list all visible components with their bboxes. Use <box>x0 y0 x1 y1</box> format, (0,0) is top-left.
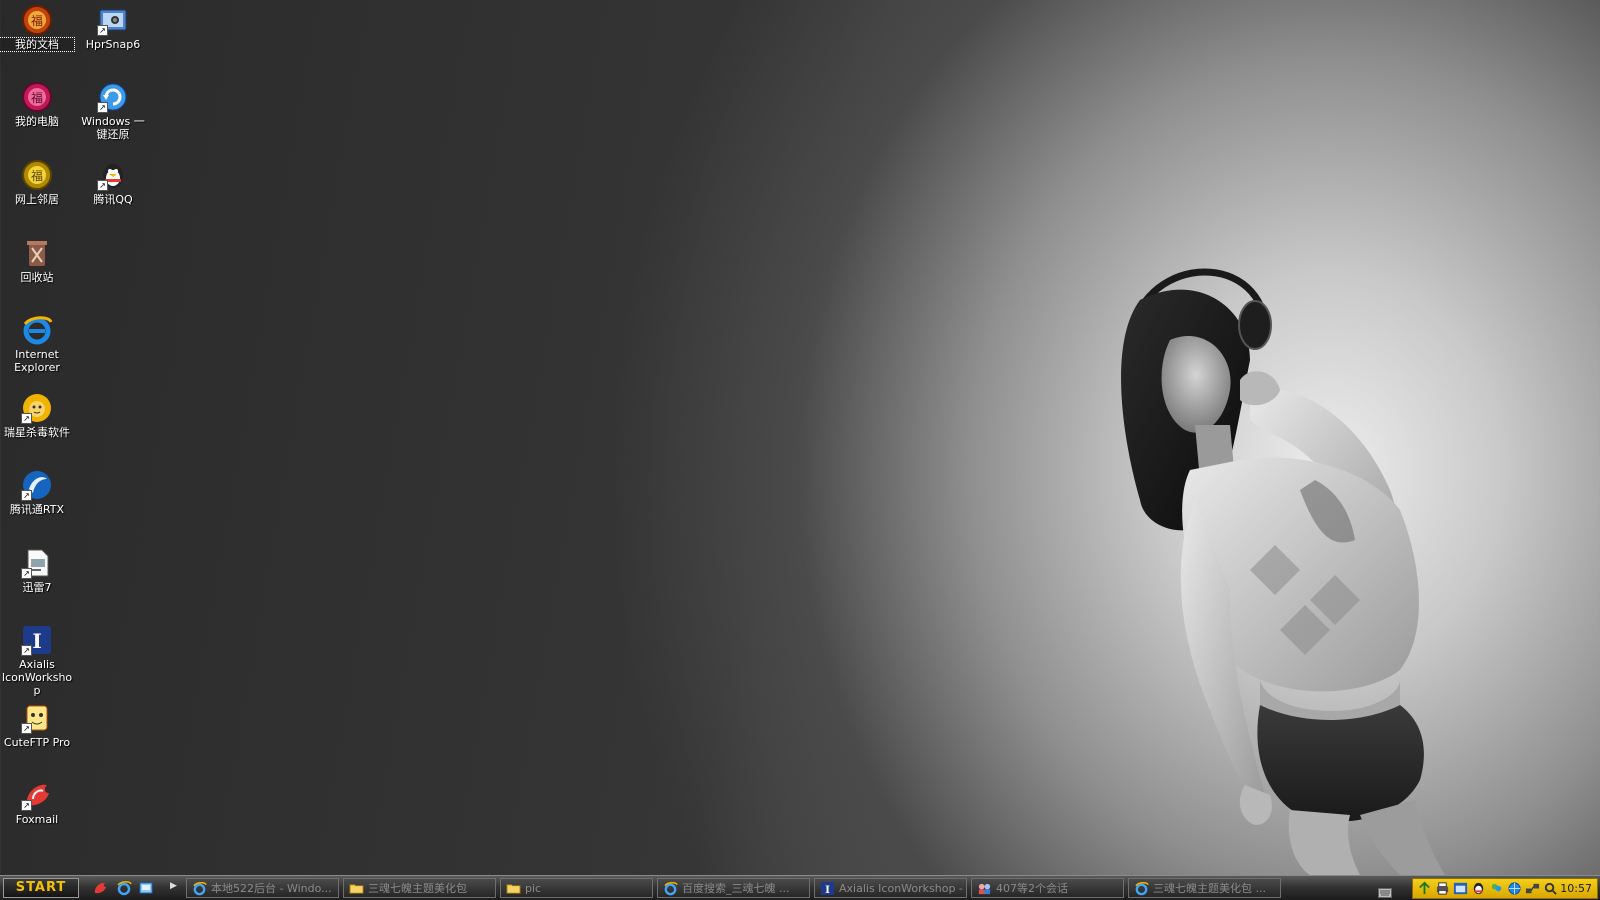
fu-badge-icon: 福 <box>21 159 53 191</box>
shortcut-arrow-icon: ↗ <box>21 800 32 811</box>
desktop-icon-label: Windows 一键还原 <box>81 115 145 141</box>
taskbar-button[interactable]: 本地522后台 - Windo... <box>186 878 339 898</box>
shortcut-arrow-icon: ↗ <box>21 723 32 734</box>
taskbar-button-label: Axialis IconWorkshop - <box>839 882 963 895</box>
foxmail-icon: ↗ <box>21 779 53 811</box>
taskbar-button-label: 百度搜索_三魂七魄 ... <box>682 882 790 895</box>
desktop-icon-hprsnap[interactable]: ↗ HprSnap6 <box>76 0 150 51</box>
lion-icon: ↗ <box>21 392 53 424</box>
desktop-icon-label: Foxmail <box>15 813 59 826</box>
shortcut-arrow-icon: ↗ <box>21 490 32 501</box>
desktop-icon-qq[interactable]: ↗ 腾讯QQ <box>76 155 150 206</box>
desktop-icon-my-documents[interactable]: 福 我的文档 <box>0 0 75 52</box>
internet-explorer-icon <box>1134 881 1149 896</box>
printer-icon[interactable] <box>1435 881 1450 896</box>
desktop-icon-windows-restore[interactable]: ↗ Windows 一键还原 <box>76 77 150 141</box>
system-tray: 10:57 <box>1412 878 1598 899</box>
wallpaper-figure <box>1121 268 1445 875</box>
desktop-icon-internet-explorer[interactable]: Internet Explorer <box>0 310 74 374</box>
globe-icon[interactable] <box>1507 881 1522 896</box>
desktop-icon-xunlei[interactable]: ↗ 迅雷7 <box>0 543 74 594</box>
desktop-icon-label: CuteFTP Pro <box>3 736 71 749</box>
desktop-icon-axialis[interactable]: I ↗ Axialis IconWorkshop <box>0 620 74 697</box>
taskbar-button[interactable]: pic <box>500 878 653 898</box>
taskbar-button[interactable]: 三魂七魄主题美化包 ... <box>1128 878 1281 898</box>
desktop-icon-rtx[interactable]: ↗ 腾讯通RTX <box>0 465 74 516</box>
shortcut-arrow-icon: ↗ <box>97 102 108 113</box>
desktop-icon-network[interactable]: 福 网上邻居 <box>0 155 74 206</box>
qq-penguin-icon: ↗ <box>97 159 129 191</box>
rtx-icon: ↗ <box>21 469 53 501</box>
desktop-icon-cuteftp[interactable]: ↗ CuteFTP Pro <box>0 698 74 749</box>
desktop-icon-my-computer[interactable]: 福 我的电脑 <box>0 77 74 128</box>
desktop-icon-label: 网上邻居 <box>15 193 59 206</box>
recycle-bin-icon <box>21 237 53 269</box>
quick-launch-bar: ▶ <box>86 879 182 898</box>
desktop-icon-label: 迅雷7 <box>22 581 52 594</box>
taskbar-button[interactable]: 三魂七魄主题美化包 <box>343 878 496 898</box>
fu-badge-icon: 福 <box>21 4 53 36</box>
window-icon[interactable] <box>1453 881 1468 896</box>
svg-text:福: 福 <box>31 168 43 183</box>
desktop-icon-rising-antivirus[interactable]: ↗ 瑞星杀毒软件 <box>0 388 74 439</box>
shortcut-arrow-icon: ↗ <box>21 568 32 579</box>
clock[interactable]: 10:57 <box>1560 882 1592 895</box>
desktop-icon-label: 瑞星杀毒软件 <box>4 426 70 439</box>
svg-text:福: 福 <box>31 13 43 28</box>
network-icon[interactable] <box>1417 881 1432 896</box>
axialis-icon: I <box>820 881 835 896</box>
svg-text:I: I <box>825 884 830 896</box>
taskbar-button-label: 本地522后台 - Windo... <box>211 882 332 895</box>
desktop-icon-label: Internet Explorer <box>14 348 60 374</box>
shortcut-arrow-icon: ↗ <box>21 645 32 656</box>
taskbar-button-label: 三魂七魄主题美化包 <box>368 882 467 895</box>
taskbar-button[interactable]: I Axialis IconWorkshop - <box>814 878 967 898</box>
desktop-icon-label: Axialis IconWorkshop <box>1 658 73 697</box>
axialis-icon: I ↗ <box>21 624 53 656</box>
restore-icon: ↗ <box>97 81 129 113</box>
desktop-icon-recycle-bin[interactable]: 回收站 <box>0 233 74 284</box>
desktop-icon-label: 腾讯QQ <box>93 193 133 206</box>
internet-explorer-icon <box>192 881 207 896</box>
camera-icon: ↗ <box>97 4 129 36</box>
taskbar-button[interactable]: 百度搜索_三魂七魄 ... <box>657 878 810 898</box>
shortcut-arrow-icon: ↗ <box>21 413 32 424</box>
document-icon: ↗ <box>21 547 53 579</box>
search-icon[interactable] <box>1543 881 1558 896</box>
messenger-icon[interactable] <box>1489 881 1504 896</box>
desktop-icon-label: 回收站 <box>20 271 54 284</box>
shortcut-arrow-icon: ↗ <box>97 25 108 36</box>
folder-icon <box>506 881 521 896</box>
desktop: 福 我的文档 福 我的电脑 福 网上邻居 回收站 Internet Explor… <box>0 0 1600 875</box>
fu-badge-icon: 福 <box>21 81 53 113</box>
desktop-icon-foxmail[interactable]: ↗ Foxmail <box>0 775 74 826</box>
taskbar-button-label: 407等2个会话 <box>996 882 1068 895</box>
svg-text:福: 福 <box>31 90 43 105</box>
taskbar-button[interactable]: 407等2个会话 <box>971 878 1124 898</box>
internet-explorer-icon <box>21 314 53 346</box>
foxmail-icon[interactable] <box>92 880 108 896</box>
desktop-icon-label: 我的电脑 <box>15 115 59 128</box>
taskbar-button-label: 三魂七魄主题美化包 ... <box>1153 882 1266 895</box>
desktop-icon-label: HprSnap6 <box>85 38 141 51</box>
svg-text:I: I <box>32 629 41 653</box>
start-button[interactable]: START <box>3 878 79 898</box>
taskbar-button-label: pic <box>525 882 542 895</box>
network-connection-icon[interactable] <box>1525 881 1540 896</box>
show-desktop-icon[interactable] <box>138 880 154 896</box>
desktop-icon-label: 腾讯通RTX <box>9 503 65 516</box>
keyboard-icon[interactable] <box>1378 883 1392 898</box>
desktop-icon-label: 我的文档 <box>0 37 75 52</box>
internet-explorer-icon <box>663 881 678 896</box>
internet-explorer-icon[interactable] <box>116 880 132 896</box>
folder-icon <box>349 881 364 896</box>
qq-icon[interactable] <box>1471 881 1486 896</box>
cuteftp-icon: ↗ <box>21 702 53 734</box>
taskbar: START ▶ 本地522后台 - Windo... 三魂七魄主题美化包 pic… <box>0 875 1600 900</box>
chevron-right-icon[interactable]: ▶ <box>170 881 177 891</box>
rtx-chat-icon <box>977 881 992 896</box>
shortcut-arrow-icon: ↗ <box>97 180 108 191</box>
